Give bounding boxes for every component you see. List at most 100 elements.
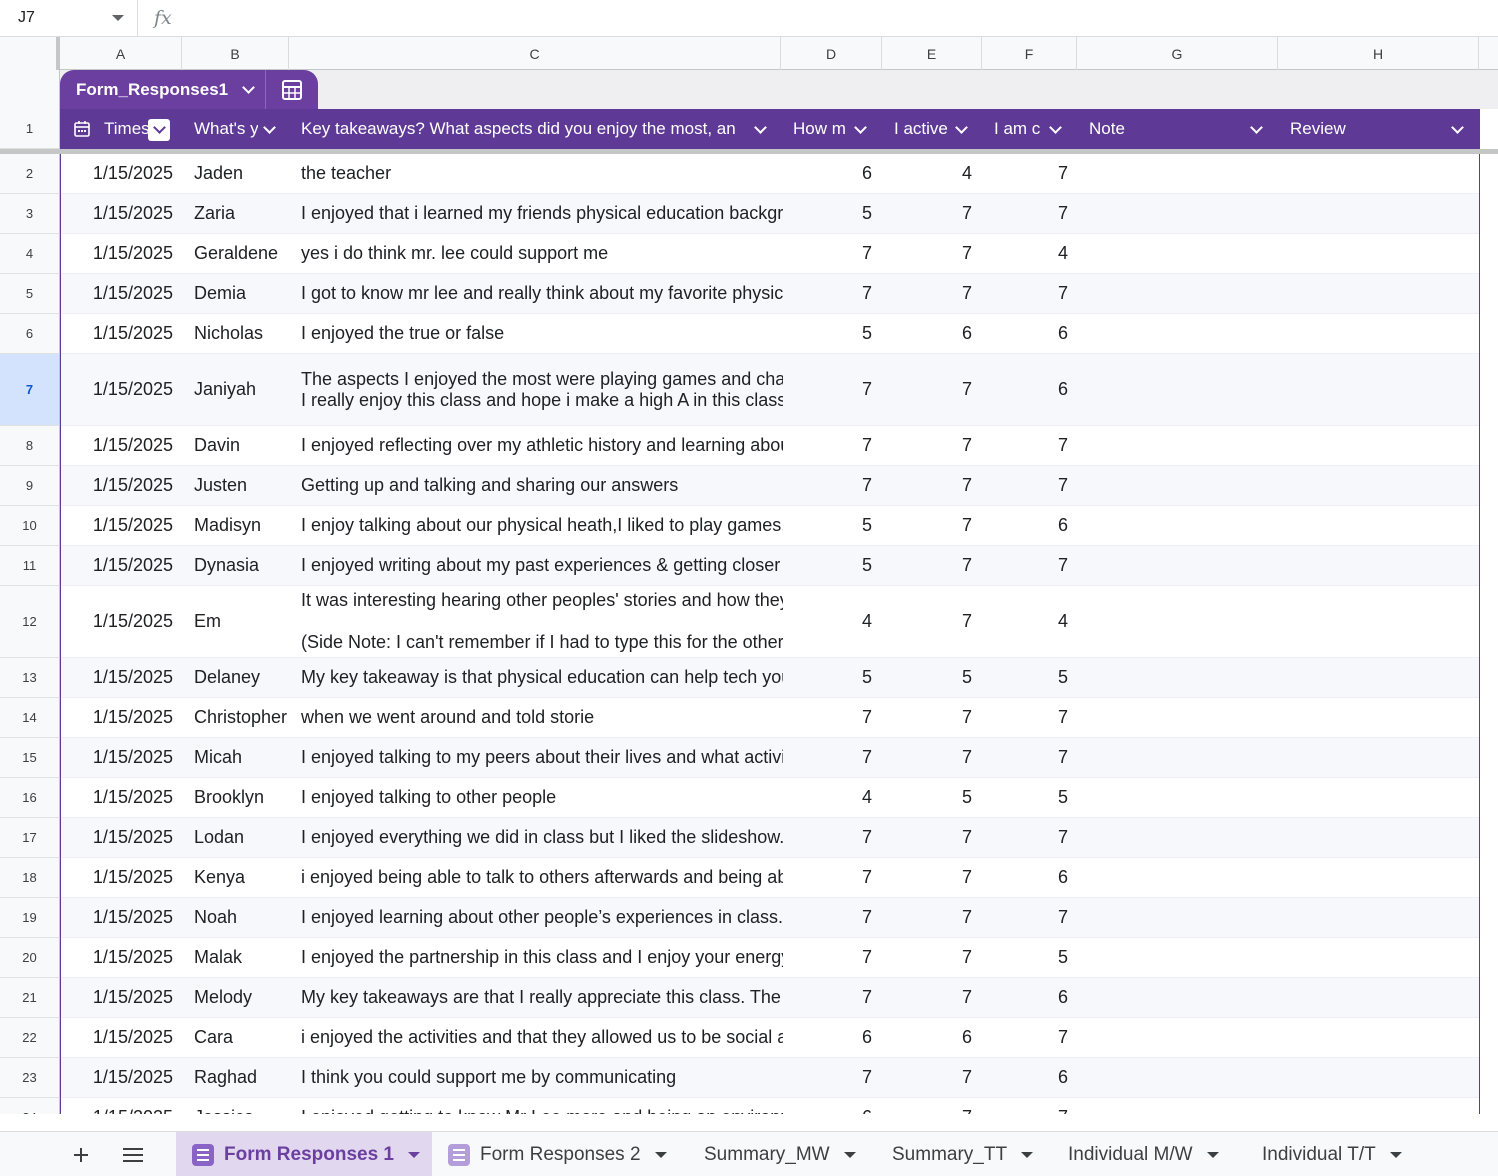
- cell-how-much[interactable]: 6: [782, 1098, 872, 1114]
- row-header-18[interactable]: 18: [0, 858, 60, 898]
- cell-i-actively[interactable]: 7: [883, 698, 972, 737]
- cell-key-takeaways[interactable]: I enjoyed talking to other people: [301, 778, 783, 817]
- row-header-3[interactable]: 3: [0, 194, 60, 234]
- cell-i-actively[interactable]: 7: [883, 978, 972, 1017]
- cell-i-am[interactable]: 5: [983, 938, 1068, 977]
- cell-key-takeaways[interactable]: I enjoyed everything we did in class but…: [301, 818, 783, 857]
- cell-name[interactable]: Madisyn: [194, 506, 290, 545]
- cell-key-takeaways[interactable]: I enjoyed getting to know Mr Lee more an…: [301, 1098, 783, 1114]
- cell-how-much[interactable]: 6: [782, 1018, 872, 1057]
- cell-review[interactable]: [1279, 1098, 1479, 1114]
- cell-timestamp[interactable]: 1/15/2025: [61, 978, 173, 1017]
- cell-timestamp[interactable]: 1/15/2025: [61, 154, 173, 193]
- cell-how-much[interactable]: 7: [782, 898, 872, 937]
- cell-name[interactable]: Demia: [194, 274, 290, 313]
- cell-i-am[interactable]: 7: [983, 274, 1068, 313]
- cell-timestamp[interactable]: 1/15/2025: [61, 194, 173, 233]
- cell-name[interactable]: Zaria: [194, 194, 290, 233]
- row-header-12[interactable]: 12: [0, 586, 60, 658]
- cell-review[interactable]: [1279, 234, 1479, 273]
- cell-i-actively[interactable]: 7: [883, 354, 972, 425]
- cell-i-am[interactable]: 6: [983, 506, 1068, 545]
- cell-key-takeaways[interactable]: I enjoyed writing about my past experien…: [301, 546, 783, 585]
- header-review[interactable]: Review: [1278, 109, 1480, 149]
- cell-i-actively[interactable]: 7: [883, 1058, 972, 1097]
- sheet-tab[interactable]: Summary_MW: [688, 1132, 868, 1176]
- cell-i-actively[interactable]: 7: [883, 466, 972, 505]
- cell-name[interactable]: Kenya: [194, 858, 290, 897]
- chevron-down-icon[interactable]: [148, 119, 170, 141]
- cell-i-am[interactable]: 6: [983, 314, 1068, 353]
- cell-i-am[interactable]: 4: [983, 234, 1068, 273]
- cell-review[interactable]: [1279, 426, 1479, 465]
- chevron-down-icon[interactable]: [1245, 119, 1267, 141]
- row-header-24[interactable]: 24: [0, 1098, 60, 1114]
- cell-i-am[interactable]: 7: [983, 1018, 1068, 1057]
- cell-key-takeaways[interactable]: i enjoyed the activities and that they a…: [301, 1018, 783, 1057]
- caret-down-icon[interactable]: [843, 1151, 856, 1158]
- cell-key-takeaways[interactable]: I enjoyed the partnership in this class …: [301, 938, 783, 977]
- cell-note[interactable]: [1078, 978, 1279, 1017]
- cell-i-am[interactable]: 7: [983, 466, 1068, 505]
- cell-name[interactable]: Dynasia: [194, 546, 290, 585]
- chevron-down-icon[interactable]: [749, 119, 771, 141]
- chevron-down-icon[interactable]: [1044, 119, 1066, 141]
- sheet-tab[interactable]: Summary_TT: [876, 1132, 1044, 1176]
- cell-review[interactable]: [1279, 1018, 1479, 1057]
- cell-name[interactable]: Cara: [194, 1018, 290, 1057]
- row-header-19[interactable]: 19: [0, 898, 60, 938]
- cell-name[interactable]: Jessica: [194, 1098, 290, 1114]
- cell-name[interactable]: Raghad: [194, 1058, 290, 1097]
- chevron-down-icon[interactable]: [112, 14, 124, 21]
- caret-down-icon[interactable]: [408, 1151, 420, 1158]
- cell-i-am[interactable]: 7: [983, 898, 1068, 937]
- cell-name[interactable]: Brooklyn: [194, 778, 290, 817]
- cell-note[interactable]: [1078, 698, 1279, 737]
- cell-how-much[interactable]: 7: [782, 698, 872, 737]
- cell-key-takeaways[interactable]: It was interesting hearing other peoples…: [301, 586, 783, 657]
- cell-review[interactable]: [1279, 314, 1479, 353]
- cell-how-much[interactable]: 7: [782, 354, 872, 425]
- cell-how-much[interactable]: 7: [782, 818, 872, 857]
- header-name[interactable]: What's y: [182, 109, 289, 149]
- cell-key-takeaways[interactable]: yes i do think mr. lee could support me: [301, 234, 783, 273]
- cell-i-actively[interactable]: 7: [883, 586, 972, 657]
- cell-note[interactable]: [1078, 586, 1279, 657]
- cell-how-much[interactable]: 7: [782, 1058, 872, 1097]
- cell-review[interactable]: [1279, 658, 1479, 697]
- caret-down-icon[interactable]: [654, 1151, 667, 1158]
- cell-i-am[interactable]: 6: [983, 354, 1068, 425]
- cell-i-am[interactable]: 4: [983, 586, 1068, 657]
- cell-i-actively[interactable]: 7: [883, 818, 972, 857]
- cell-timestamp[interactable]: 1/15/2025: [61, 586, 173, 657]
- cell-i-actively[interactable]: 7: [883, 194, 972, 233]
- column-header-e[interactable]: E: [882, 37, 982, 70]
- row-header-23[interactable]: 23: [0, 1058, 60, 1098]
- caret-down-icon[interactable]: [1021, 1151, 1034, 1158]
- column-header-g[interactable]: G: [1077, 37, 1278, 70]
- row-header-11[interactable]: 11: [0, 546, 60, 586]
- cell-timestamp[interactable]: 1/15/2025: [61, 698, 173, 737]
- cell-note[interactable]: [1078, 506, 1279, 545]
- cell-name[interactable]: Justen: [194, 466, 290, 505]
- cell-timestamp[interactable]: 1/15/2025: [61, 1018, 173, 1057]
- chevron-down-icon[interactable]: [950, 119, 972, 141]
- cell-timestamp[interactable]: 1/15/2025: [61, 818, 173, 857]
- cell-i-am[interactable]: 7: [983, 546, 1068, 585]
- cell-note[interactable]: [1078, 818, 1279, 857]
- row-header-14[interactable]: 14: [0, 698, 60, 738]
- cell-review[interactable]: [1279, 154, 1479, 193]
- cell-review[interactable]: [1279, 1058, 1479, 1097]
- cell-i-am[interactable]: 7: [983, 426, 1068, 465]
- cell-name[interactable]: Christopher: [194, 698, 290, 737]
- cell-i-am[interactable]: 6: [983, 978, 1068, 1017]
- cell-i-am[interactable]: 7: [983, 154, 1068, 193]
- cell-review[interactable]: [1279, 698, 1479, 737]
- cell-review[interactable]: [1279, 898, 1479, 937]
- cell-how-much[interactable]: 5: [782, 546, 872, 585]
- cell-key-takeaways[interactable]: I enjoyed learning about other people’s …: [301, 898, 783, 937]
- cell-name[interactable]: Delaney: [194, 658, 290, 697]
- row-header-7[interactable]: 7: [0, 354, 60, 426]
- row-header-22[interactable]: 22: [0, 1018, 60, 1058]
- header-note[interactable]: Note: [1077, 109, 1278, 149]
